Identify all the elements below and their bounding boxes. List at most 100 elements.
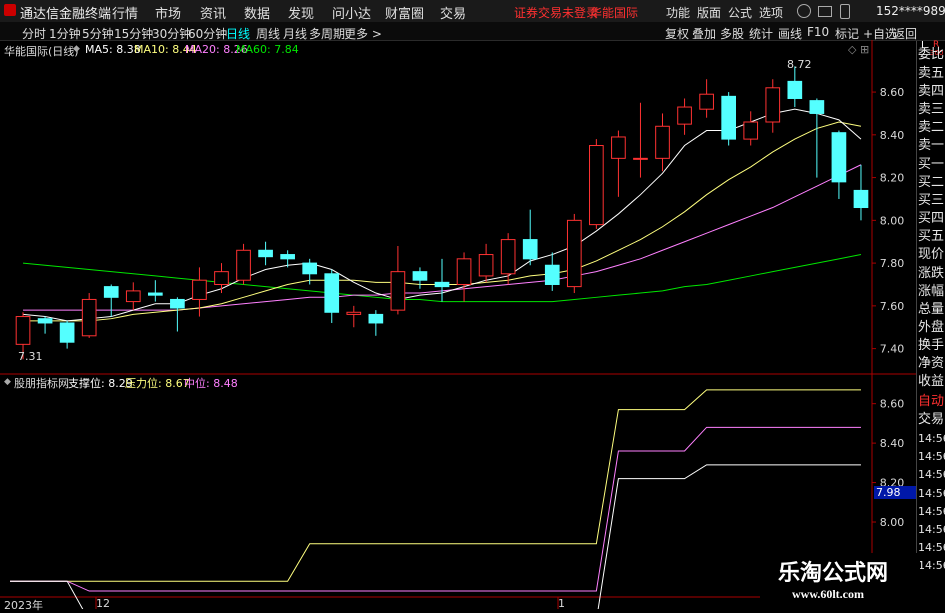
side-item-outer[interactable]: 外盘 — [918, 318, 945, 338]
menu-ask-xiaoda[interactable]: 问小达 — [332, 3, 371, 22]
trade-time: 14:56 — [918, 432, 945, 445]
candle-up — [81, 298, 97, 337]
candle-up — [125, 290, 141, 303]
menu-wealth-circle[interactable]: 财富圈 — [385, 3, 424, 22]
stock-name-header: 华能国际 — [590, 6, 639, 20]
side-item-sell4[interactable]: 卖四 — [918, 82, 945, 102]
candle-up — [192, 279, 207, 300]
trade-time: 14:56 — [918, 559, 945, 572]
ma-settings-icon[interactable]: ◆ — [73, 44, 80, 54]
f10-button[interactable]: F10 — [807, 25, 829, 39]
candle-down — [103, 286, 119, 298]
indicator-title: 股朋指标网 — [14, 377, 69, 390]
candle-up — [566, 219, 582, 288]
user-icon[interactable] — [797, 4, 811, 18]
side-item-turnover[interactable]: 换手 — [918, 336, 945, 356]
high-price-label: 8.72 — [787, 58, 812, 71]
middle-legend: 中位: 8.48 — [184, 377, 238, 390]
side-item-buy1[interactable]: 买一 — [918, 155, 945, 175]
y-tick-label: 8.00 — [880, 214, 905, 227]
side-item-buy2[interactable]: 买二 — [918, 173, 945, 193]
candle-up — [236, 249, 251, 281]
phone-icon[interactable] — [840, 4, 850, 19]
candle-up — [699, 93, 714, 110]
candle-down — [258, 249, 273, 258]
side-item-change[interactable]: 涨跌 — [918, 264, 945, 284]
y-tick-label: 8.00 — [880, 516, 905, 529]
x-label-dec: 12 — [96, 597, 110, 610]
watermark: 乐淘公式网 www.60lt.com — [760, 553, 920, 609]
candle-down — [170, 298, 185, 309]
side-item-trade[interactable]: 交易 — [918, 410, 945, 430]
side-item-sell3[interactable]: 卖三 — [918, 100, 945, 120]
candle-up — [15, 316, 31, 345]
menu-options[interactable]: 选项 — [759, 4, 783, 21]
candle-up — [500, 239, 516, 275]
menu-formula[interactable]: 公式 — [728, 4, 752, 21]
candle-down — [787, 80, 803, 99]
candle-down — [522, 239, 538, 260]
side-item-buy4[interactable]: 买四 — [918, 209, 945, 229]
candle-down — [368, 313, 384, 324]
candle-up — [765, 87, 781, 123]
watermark-url: www.60lt.com — [792, 587, 864, 601]
candle-up — [655, 125, 670, 159]
side-item-sell5[interactable]: 卖五 — [918, 64, 945, 84]
menu-market-quotes[interactable]: 行情 — [112, 3, 138, 22]
user-account[interactable]: 152****9892 — [876, 4, 945, 18]
menu-news[interactable]: 资讯 — [200, 3, 226, 22]
candle-up — [677, 106, 692, 125]
side-item-volume[interactable]: 总量 — [918, 300, 945, 320]
login-status[interactable]: 证券交易未登录 — [514, 4, 598, 21]
side-item-buy5[interactable]: 买五 — [918, 227, 945, 247]
candle-up — [346, 311, 362, 315]
menu-market[interactable]: 市场 — [155, 3, 181, 22]
panel-options-icon[interactable]: ◇ ⊞ — [848, 43, 869, 56]
watermark-title: 乐淘公式网 — [778, 561, 889, 586]
y-tick-label: 7.60 — [880, 300, 905, 313]
menu-trade[interactable]: 交易 — [440, 3, 466, 22]
side-item-sell2[interactable]: 卖二 — [918, 118, 945, 138]
trade-time: 14:56 — [918, 505, 945, 518]
candle-up — [214, 271, 229, 285]
candle-down — [324, 273, 340, 313]
kline-chart[interactable]: 7.407.607.808.008.208.408.607.808.008.20… — [0, 40, 918, 609]
indicator-settings-icon[interactable]: ◆ — [4, 377, 11, 387]
menu-functions[interactable]: 功能 — [666, 4, 690, 21]
side-item-earnings[interactable]: 收益 — [918, 372, 945, 392]
trade-time: 14:56 — [918, 541, 945, 554]
menu-layout[interactable]: 版面 — [697, 4, 721, 21]
candle-down — [721, 95, 737, 140]
menu-discover[interactable]: 发现 — [288, 3, 314, 22]
chart-title: 华能国际(日线) — [4, 45, 79, 58]
pressure-legend: 压力位: 8.67 — [125, 377, 190, 390]
side-item-weibi[interactable]: 委比 — [918, 45, 945, 65]
trade-time: 14:56 — [918, 523, 945, 536]
side-item-sell1[interactable]: 卖一 — [918, 136, 945, 156]
side-item-price[interactable]: 现价 — [918, 245, 945, 265]
y-tick-label: 7.40 — [880, 343, 905, 356]
support-legend: 支撑位: 8.29 — [68, 377, 133, 390]
side-item-buy3[interactable]: 买三 — [918, 191, 945, 211]
side-item-auto[interactable]: 自动 — [918, 392, 945, 412]
indicator-line — [10, 389, 861, 582]
side-item-pct-change[interactable]: 涨幅 — [918, 282, 945, 302]
candle-down — [302, 262, 318, 275]
candle-down — [831, 132, 847, 183]
current-price-tag: 7.98 — [874, 486, 918, 499]
low-price-label: 7.31 — [18, 350, 43, 363]
candle-down — [544, 264, 560, 285]
app-logo-icon — [4, 4, 16, 16]
candle-up — [589, 145, 604, 226]
indicator-line — [10, 426, 861, 592]
candle-down — [37, 318, 53, 324]
y-tick-label: 7.80 — [880, 257, 905, 270]
y-tick-label: 8.40 — [880, 437, 905, 450]
side-item-net-assets[interactable]: 净资 — [918, 354, 945, 374]
mail-icon[interactable] — [818, 6, 832, 17]
title-bar: 通达信金融终端 行情 市场 资讯 数据 发现 问小达 财富圈 交易 证券交易未登… — [0, 0, 945, 23]
menu-data[interactable]: 数据 — [244, 3, 270, 22]
ma5-legend: MA5: 8.38 — [85, 43, 141, 56]
candle-down — [147, 292, 163, 296]
candle-down — [59, 322, 75, 343]
